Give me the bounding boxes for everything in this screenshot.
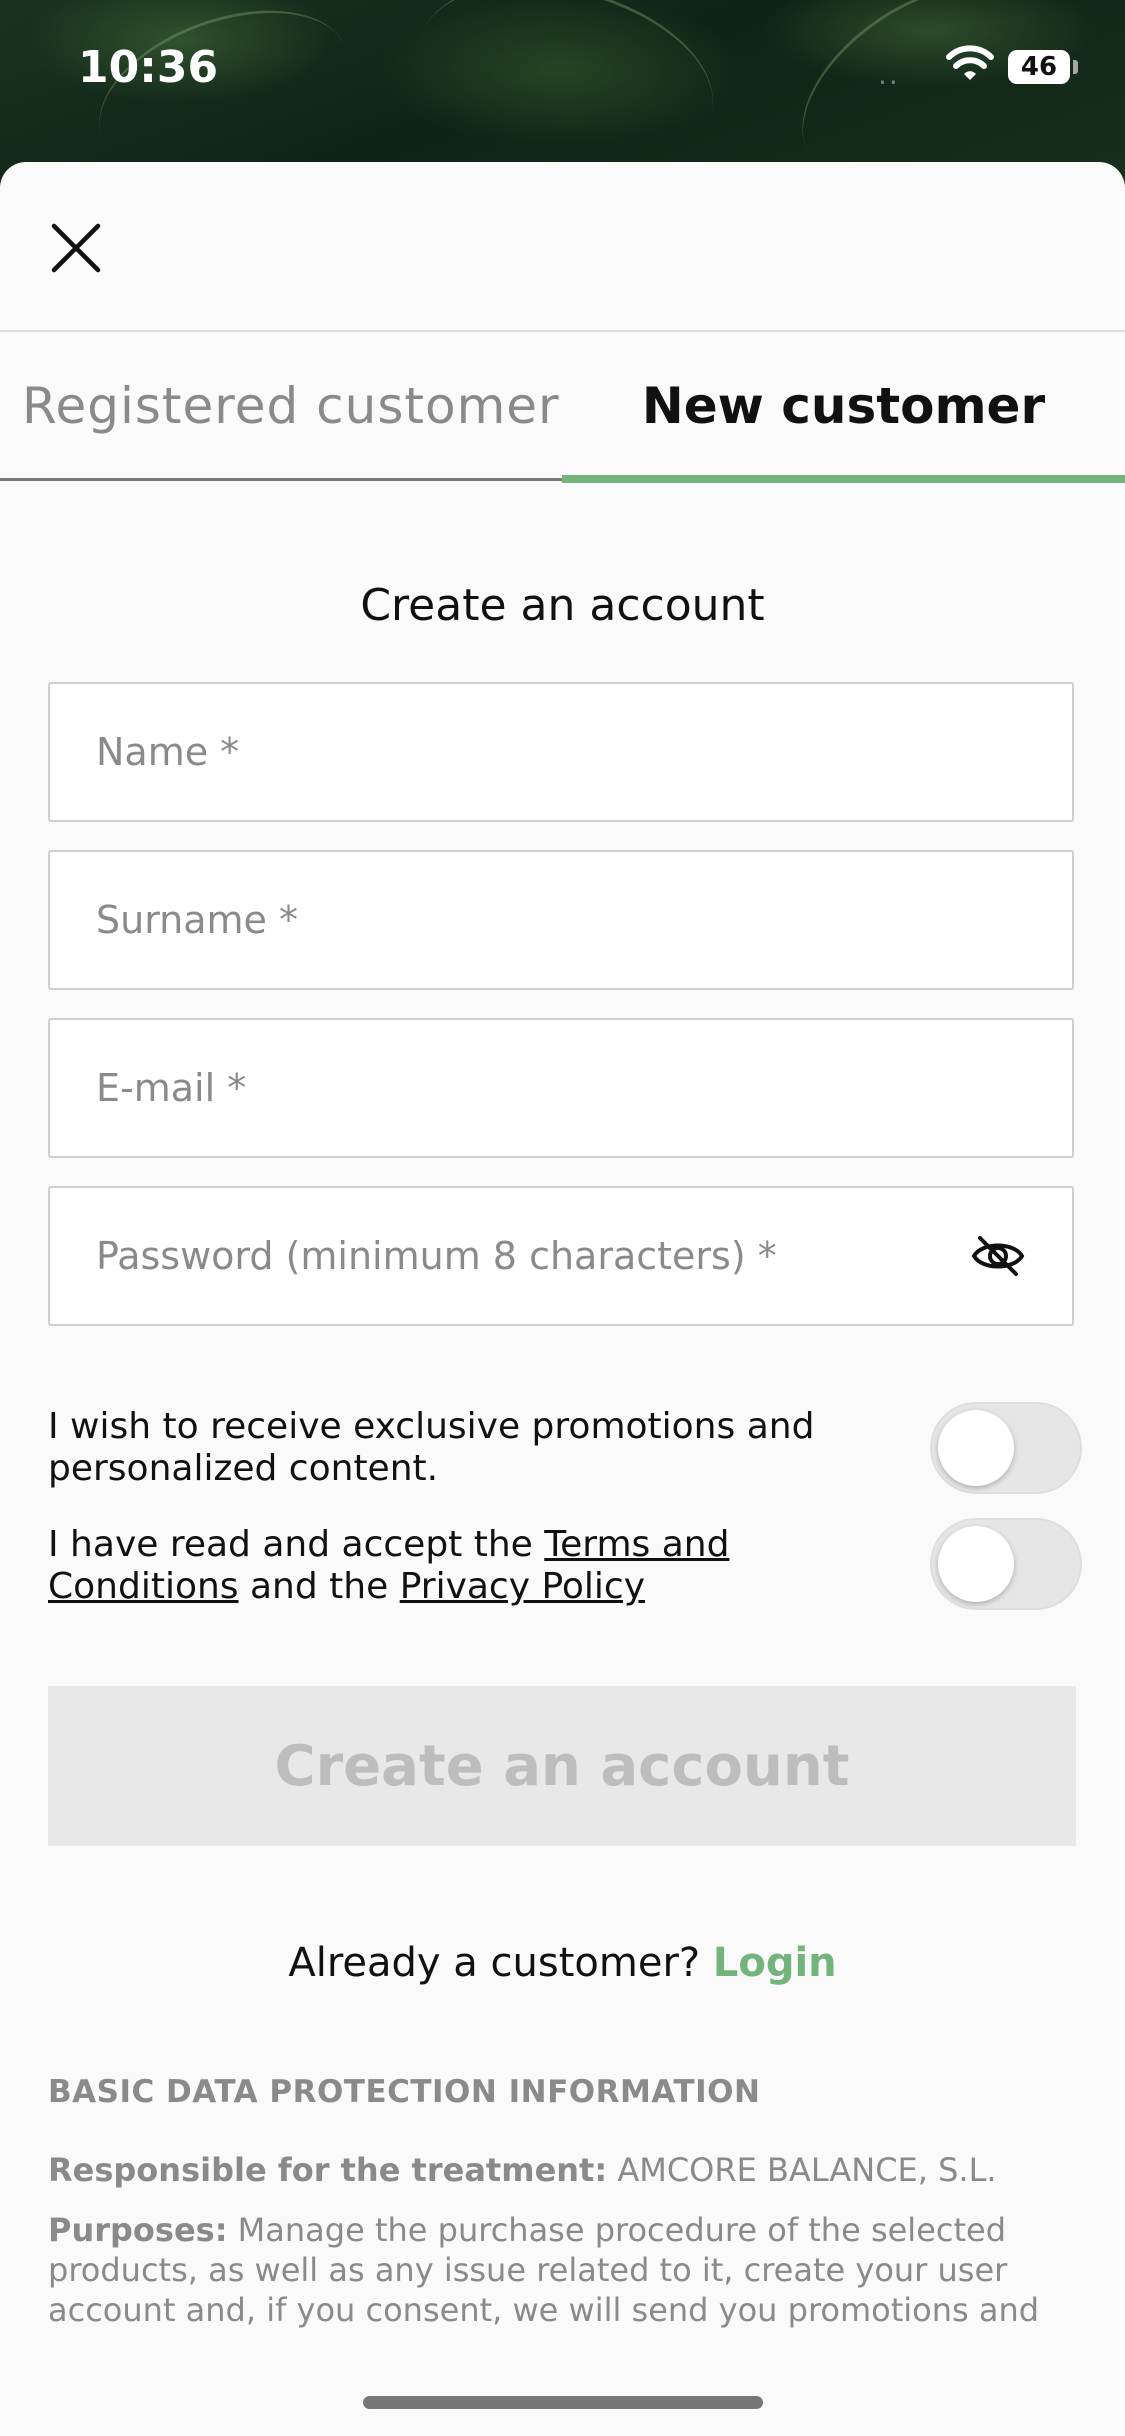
status-time: 10:36 — [78, 42, 219, 93]
data-protection-body: Responsible for the treatment: AMCORE BA… — [0, 2150, 1125, 2330]
password-field — [48, 1186, 1074, 1326]
wifi-icon — [946, 45, 994, 80]
terms-middle: and the — [238, 1566, 400, 1607]
home-indicator[interactable] — [363, 2396, 763, 2409]
status-bar: 10:36 .. 46 — [0, 0, 1125, 140]
privacy-policy-link[interactable]: Privacy Policy — [400, 1566, 645, 1607]
responsible-value: AMCORE BALANCE, S.L. — [617, 2151, 997, 2189]
responsible-line: Responsible for the treatment: AMCORE BA… — [48, 2150, 1078, 2190]
tab-underline-inactive — [0, 478, 562, 481]
promotions-toggle[interactable] — [930, 1402, 1082, 1494]
battery-icon: 46 — [1008, 50, 1070, 84]
login-prompt: Already a customer? Login — [0, 1940, 1125, 1986]
battery-tip — [1073, 60, 1078, 74]
terms-prefix: I have read and accept the — [48, 1524, 545, 1565]
toggle-knob — [938, 1526, 1014, 1602]
cellular-signal-icon: .. — [878, 58, 900, 91]
login-prompt-text: Already a customer? — [288, 1940, 701, 1986]
create-account-button[interactable]: Create an account — [48, 1686, 1076, 1846]
tab-registered-customer[interactable]: Registered customer — [22, 332, 562, 480]
registration-sheet: Registered customer New customer Create … — [0, 162, 1125, 2436]
purposes-label: Purposes: — [48, 2211, 228, 2249]
account-tabs: Registered customer New customer — [0, 332, 1125, 480]
login-link[interactable]: Login — [713, 1940, 837, 1986]
email-field — [48, 1018, 1074, 1158]
responsible-label: Responsible for the treatment: — [48, 2151, 608, 2189]
form-title: Create an account — [360, 580, 765, 631]
surname-input[interactable] — [50, 852, 1072, 988]
email-input[interactable] — [50, 1020, 1072, 1156]
password-input[interactable] — [50, 1188, 1072, 1324]
name-input[interactable] — [50, 684, 1072, 820]
purposes-line: Purposes: Manage the purchase procedure … — [48, 2210, 1078, 2330]
tab-underline-active — [562, 475, 1125, 483]
eye-off-icon[interactable] — [970, 1228, 1026, 1284]
terms-consent-text: I have read and accept the Terms and Con… — [48, 1524, 868, 1608]
toggle-knob — [938, 1410, 1014, 1486]
surname-field — [48, 850, 1074, 990]
promotions-consent-text: I wish to receive exclusive promotions a… — [48, 1406, 815, 1489]
close-icon[interactable] — [40, 212, 112, 284]
tab-new-customer[interactable]: New customer — [562, 332, 1125, 480]
terms-toggle[interactable] — [930, 1518, 1082, 1610]
name-field — [48, 682, 1074, 822]
data-protection-title: BASIC DATA PROTECTION INFORMATION — [48, 2074, 761, 2110]
